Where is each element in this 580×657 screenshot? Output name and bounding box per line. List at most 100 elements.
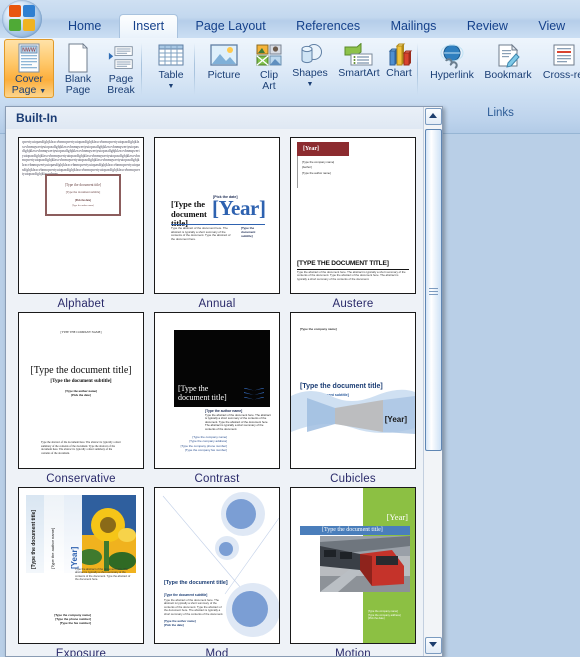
office-orb-button[interactable] [2,0,42,38]
chevron-down-icon[interactable]: ▼ [39,88,46,95]
cover-page-gallery: Built-In qwertyuiopasdfghjklzxcvbnmqwert… [5,106,443,657]
shapes-icon [301,44,322,64]
gallery-item-annual[interactable]: [Type the document title] [Pick the date… [154,137,280,310]
ribbon: NWW Cover Page ▼ Blank Page Page Break T… [0,38,580,102]
exposure-year: [Year] [70,546,79,569]
office-logo-icon [9,5,35,31]
gallery-scrollbar[interactable] [423,107,442,656]
gallery-item-alphabet[interactable]: qwertyuiopasdfghjklzxcvbnmqwertyuiopasdf… [18,137,144,310]
annual-year: [Year] [212,196,266,220]
cubicles-company: [Type the company name] [300,327,337,331]
tab-page-layout[interactable]: Page Layout [183,14,279,38]
hyperlink-icon [440,44,464,69]
gallery-item-name-conservative: Conservative [46,473,116,485]
annual-subtitle: [Type the document subtitle] [241,226,256,238]
mod-subtitle: [Type the document subtitle] [164,593,208,597]
gallery-item-conservative[interactable]: [TYPE THE COMPANY NAME] [Type the docume… [18,312,144,485]
thumbnail-motion[interactable]: [Year] [Type the document title] [Type t… [290,487,416,644]
exposure-photo [82,495,136,573]
gallery-item-name-contrast: Contrast [194,473,240,485]
blank-page-label-2: Page [65,84,91,96]
gallery-item-name-cubicles: Cubicles [330,473,376,485]
contrast-body: Type the abstract of the document here. … [205,413,271,431]
motion-year: [Year] [386,512,408,522]
motion-title: [Type the document title] [322,527,383,534]
smartart-icon [344,43,373,66]
gallery-item-name-annual: Annual [198,298,236,310]
tab-insert[interactable]: Insert [118,14,179,38]
blank-page-button[interactable]: Blank Page [54,40,102,96]
exposure-title: [Type the document title] [31,509,37,569]
thumbnail-annual[interactable]: [Type the document title] [Pick the date… [154,137,280,294]
tab-review[interactable]: Review [454,14,521,38]
gallery-header: Built-In [6,107,442,130]
page-break-icon [108,46,133,69]
austere-vertical-rule [297,156,298,188]
title-tab-bar: Home Insert Page Layout References Maili… [0,0,580,38]
picture-button[interactable]: Picture [200,40,248,96]
tab-view[interactable]: View [525,14,578,38]
exposure-contact: [Type the company name] [Type the phone … [54,613,91,625]
exposure-body: Type the abstract of the document here. … [75,568,131,581]
shapes-label: Shapes [292,67,328,79]
annual-rule [171,224,265,225]
thumbnail-austere[interactable]: [Year] [Type the company name] [Author] … [290,137,416,294]
annual-body: Type the abstract of the document here. … [171,226,231,241]
alphabet-title-box: [Type the document title] [Type the docu… [45,174,121,216]
gallery-item-contrast[interactable]: [Type the document title] [Type the auth… [154,312,280,485]
gallery-item-mod[interactable]: [Type the document title] [Type the docu… [154,487,280,656]
mod-title: [Type the document title] [164,580,228,586]
shapes-chevron-down-icon[interactable]: ▼ [286,79,334,90]
mod-body: Type the abstract of the document here. … [164,598,224,616]
table-icon [158,44,184,66]
cover-page-icon: NWW [18,43,40,73]
table-chevron-down-icon[interactable]: ▼ [147,81,195,92]
table-button[interactable]: Table ▼ [147,40,195,96]
austere-title: [TYPE THE DOCUMENT TITLE] [297,260,389,267]
bookmark-button[interactable]: Bookmark [479,40,537,96]
chart-label: Chart [386,67,412,79]
page-break-label-2: Break [107,84,135,96]
alphabet-subtitle: [Type the document subtitle] [65,190,101,194]
scrollbar-thumb[interactable] [425,129,442,451]
cubicles-decoration [291,382,415,444]
thumbnail-contrast[interactable]: [Type the document title] [Type the auth… [154,312,280,469]
cross-reference-button[interactable]: Cross-re [538,40,580,96]
gallery-item-exposure[interactable]: [Type the document title] [Type the auth… [18,487,144,656]
cubicles-year: [Year] [384,415,407,424]
thumbnail-conservative[interactable]: [TYPE THE COMPANY NAME] [Type the docume… [18,312,144,469]
page-break-button[interactable]: Page Break [97,40,145,96]
blank-page-icon [68,43,88,73]
thumbnail-cubicles[interactable]: [Type the company name] [Type the docume… [290,312,416,469]
thumbnail-mod[interactable]: [Type the document title] [Type the docu… [154,487,280,644]
shapes-button[interactable]: Shapes ▼ [286,40,334,96]
motion-contact: [Type the company name] [Type the compan… [368,610,401,621]
tab-mailings[interactable]: Mailings [378,14,450,38]
conservative-subtitle: [Type the document subtitle] [50,379,112,384]
gallery-item-austere[interactable]: [Year] [Type the company name] [Author] … [290,137,416,310]
gallery-item-motion[interactable]: [Year] [Type the document title] [Type t… [290,487,416,656]
tab-home[interactable]: Home [55,14,114,38]
gallery-item-cubicles[interactable]: [Type the company name] [Type the docume… [290,312,416,485]
conservative-body: Type the abstract of the document here. … [41,441,121,455]
motion-photo [320,536,410,592]
scroll-up-button[interactable] [425,108,442,125]
mod-author: [Type the author name] [Pick the date] [164,619,196,627]
tab-references[interactable]: References [283,14,373,38]
group-label-links: Links [487,107,514,119]
cover-page-button[interactable]: NWW Cover Page ▼ [4,39,54,98]
austere-author-label: [Author] [302,165,312,169]
austere-author: [Type the author name] [302,171,331,175]
austere-year-band: [Year] [297,142,349,156]
chart-button[interactable]: Chart [375,40,423,96]
hyperlink-button[interactable]: Hyperlink [424,40,480,96]
contrast-black-block: [Type the document title] [174,330,270,407]
cover-page-label-2: Page ▼ [11,84,47,96]
bookmark-label: Bookmark [484,69,532,81]
scroll-down-button[interactable] [425,637,442,654]
chart-icon [388,43,413,66]
thumbnail-alphabet[interactable]: qwertyuiopasdfghjklzxcvbnmqwertyuiopasdf… [18,137,144,294]
exposure-author: [Type the author name] [50,527,55,569]
chevron-decoration-icon [244,387,264,402]
thumbnail-exposure[interactable]: [Type the document title] [Type the auth… [18,487,144,644]
